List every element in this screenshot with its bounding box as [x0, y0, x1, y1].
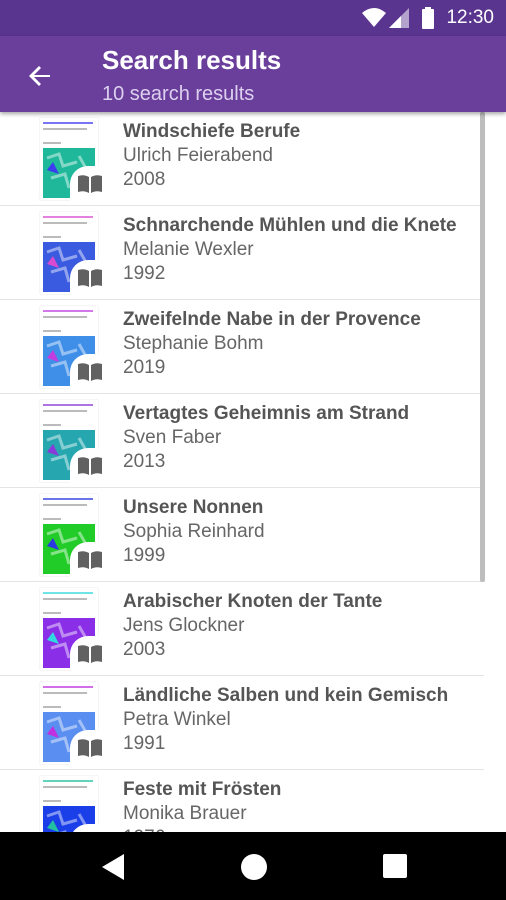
book-cover [40, 306, 106, 390]
book-title: Vertagtes Geheimnis am Strand [123, 403, 410, 424]
book-cover [40, 588, 106, 672]
cell-signal-icon [389, 8, 409, 28]
book-year: 2013 [123, 451, 166, 472]
open-book-icon [78, 551, 102, 569]
book-year: 2019 [123, 357, 166, 378]
open-book-icon [78, 269, 102, 287]
app-bar: Search results 10 search results [0, 36, 506, 112]
result-count: 10 search results [102, 83, 255, 105]
book-author: Sophia Reinhard [123, 521, 265, 542]
book-author: Melanie Wexler [123, 239, 254, 260]
list-item[interactable]: Schnarchende Mühlen und die Knete Melanie… [0, 206, 484, 300]
book-author: Sven Faber [123, 427, 222, 448]
book-cover [40, 682, 106, 766]
wifi-icon [362, 8, 386, 27]
book-author: Ulrich Feierabend [123, 145, 273, 166]
book-title: Schnarchende Mühlen und die Knete [123, 215, 457, 236]
book-year: 1999 [123, 545, 166, 566]
book-title: Zweifelnde Nabe in der Provence [123, 309, 421, 330]
list-item[interactable]: Arabischer Knoten der Tante Jens Glockner… [0, 582, 484, 676]
nav-recents-icon[interactable] [383, 854, 407, 878]
open-book-icon [78, 175, 102, 193]
list-item[interactable]: Vertagtes Geheimnis am Strand Sven Faber 2… [0, 394, 484, 488]
book-title: Arabischer Knoten der Tante [123, 591, 383, 612]
nav-back-icon[interactable] [102, 854, 126, 880]
book-cover [40, 212, 106, 296]
book-cover [40, 494, 106, 578]
status-bar: 12:30 [0, 0, 506, 36]
book-title: Ländliche Salben und kein Gemisch [123, 685, 449, 706]
list-item[interactable]: Windschiefe Berufe Ulrich Feierabend 2008 [0, 112, 484, 206]
book-author: Jens Glockner [123, 615, 245, 636]
book-author: Monika Brauer [123, 803, 247, 824]
battery-icon [422, 7, 434, 29]
book-cover [40, 118, 106, 202]
back-arrow-icon[interactable] [20, 56, 60, 96]
open-book-icon [78, 739, 102, 757]
book-title: Feste mit Frösten [123, 779, 282, 800]
list-item[interactable]: Unsere Nonnen Sophia Reinhard 1999 [0, 488, 484, 582]
book-author: Petra Winkel [123, 709, 231, 730]
book-year: 1991 [123, 733, 166, 754]
list-item[interactable]: Zweifelnde Nabe in der Provence Stephanie… [0, 300, 484, 394]
book-title: Windschiefe Berufe [123, 121, 301, 142]
open-book-icon [78, 363, 102, 381]
list-item[interactable]: Feste mit FröstenMonika Brauer1976 [0, 770, 484, 832]
book-cover [40, 776, 106, 832]
open-book-icon [78, 645, 102, 663]
book-title: Unsere Nonnen [123, 497, 264, 518]
list-item[interactable]: Ländliche Salben und kein Gemisch Petra W… [0, 676, 484, 770]
system-nav-bar [0, 832, 506, 900]
results-list[interactable]: Windschiefe Berufe Ulrich Feierabend 2008 S… [0, 112, 506, 832]
open-book-icon [78, 457, 102, 475]
clock: 12:30 [446, 7, 494, 28]
book-year: 2008 [123, 169, 166, 190]
book-year: 2003 [123, 639, 166, 660]
page-title: Search results [102, 45, 282, 75]
nav-home-icon[interactable] [241, 854, 267, 880]
book-author: Stephanie Bohm [123, 333, 264, 354]
book-cover [40, 400, 106, 484]
scrollbar[interactable] [480, 112, 485, 582]
book-year: 1992 [123, 263, 166, 284]
